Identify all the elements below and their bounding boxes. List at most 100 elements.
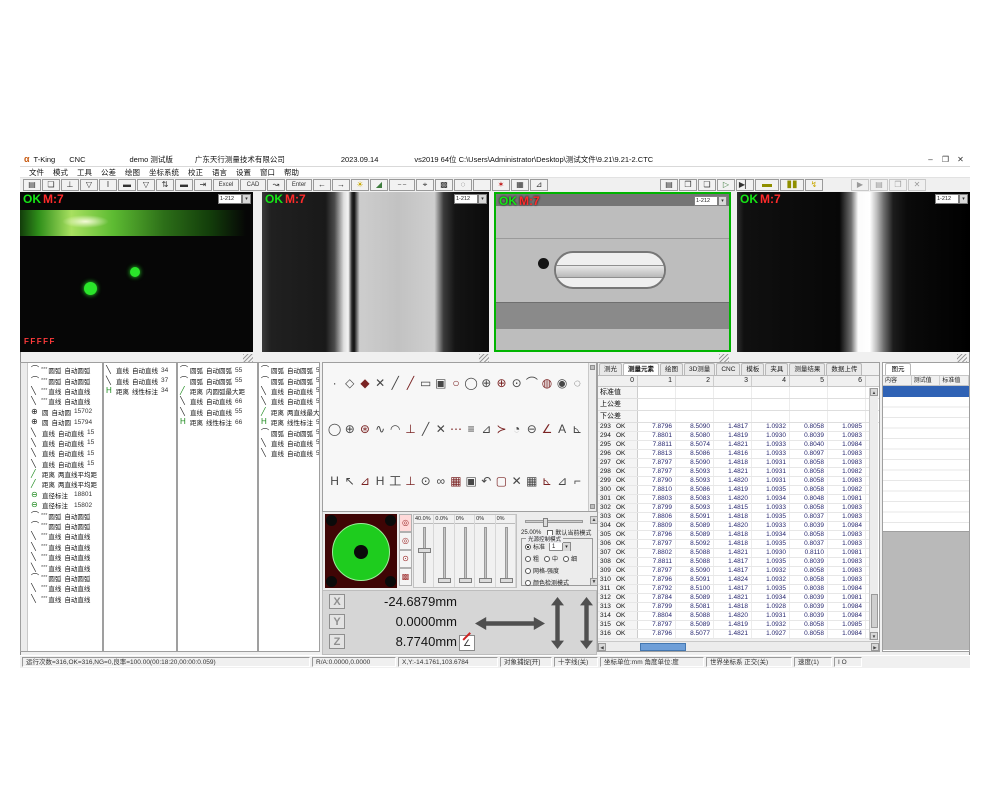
- resize-grip-icon[interactable]: [719, 354, 729, 362]
- column-header[interactable]: 内容: [883, 376, 912, 385]
- measurement-row[interactable]: 314OK 7.8804 8.5088 1.4820 1.0931 0.8039…: [598, 612, 869, 621]
- upper-tolerance-row[interactable]: 上公差: [598, 399, 879, 411]
- slider-handle[interactable]: [459, 578, 472, 583]
- construct-tool-icon[interactable]: ⊕: [342, 423, 357, 436]
- measurement-row[interactable]: 295OK 7.8811 8.5074 1.4821 1.0933 0.8040…: [598, 441, 869, 450]
- resize-grip-icon[interactable]: [479, 354, 489, 362]
- measure-tool-icon[interactable]: ✕: [373, 377, 388, 390]
- slider-handle[interactable]: [500, 578, 513, 583]
- toolbar-button[interactable]: – –: [389, 179, 415, 191]
- column-header[interactable]: 5: [790, 376, 828, 386]
- element-list-item[interactable]: ╲***直线自动直线: [29, 562, 102, 572]
- mode-coarse-radio[interactable]: [525, 556, 531, 562]
- element-list-item[interactable]: ╲直线自动直线15: [29, 448, 102, 458]
- element-list-item[interactable]: ⊖直径标注15802: [29, 500, 102, 510]
- slider-track[interactable]: [464, 527, 467, 583]
- light-channel-slider[interactable]: 0.0%: [434, 515, 454, 587]
- element-list-item[interactable]: ╲***直线自动直线: [29, 531, 102, 541]
- menu-item[interactable]: 语言: [212, 167, 227, 178]
- ring-zone-icon[interactable]: ▩: [399, 568, 412, 586]
- status-segment[interactable]: 速度(1): [794, 657, 832, 667]
- status-segment[interactable]: X,Y:-14.1761,103.6784: [398, 657, 498, 667]
- slider-handle[interactable]: [418, 548, 431, 553]
- info-grid[interactable]: [883, 397, 969, 531]
- construct-tool-icon[interactable]: ⊿: [479, 423, 494, 436]
- dimension-tool-icon[interactable]: ⊙: [418, 475, 433, 488]
- element-list-item[interactable]: ╲***直线自动直线: [29, 542, 102, 552]
- ring-light-preview[interactable]: [325, 514, 397, 588]
- results-tab[interactable]: 绘图: [660, 363, 683, 375]
- measurement-row[interactable]: 313OK 7.8799 8.5081 1.4818 1.0928 0.8039…: [598, 603, 869, 612]
- toolbar-button[interactable]: ❐: [679, 179, 697, 191]
- dimension-tool-icon[interactable]: ⊿: [555, 475, 570, 488]
- element-list-item[interactable]: ╲直线自动直线37: [104, 375, 176, 385]
- measurement-row[interactable]: 294OK 7.8801 8.5080 1.4819 1.0930 0.8039…: [598, 432, 869, 441]
- camera-zoom-select[interactable]: 1-212▾: [935, 194, 968, 204]
- toolbar-button[interactable]: ✕: [908, 179, 926, 191]
- measure-tool-icon[interactable]: ▣: [433, 377, 448, 390]
- column-header[interactable]: 标准值: [940, 376, 969, 385]
- results-tab[interactable]: 测光: [599, 363, 622, 375]
- measure-tool-icon[interactable]: ◍: [539, 377, 554, 390]
- toolbar-button[interactable]: ⌖: [416, 179, 434, 191]
- measure-tool-icon[interactable]: ◯: [464, 377, 479, 390]
- dimension-tool-icon[interactable]: ▦: [524, 475, 539, 488]
- ring-zone-icon[interactable]: ◎: [399, 514, 412, 532]
- toolbar-button[interactable]: ⊿: [530, 179, 548, 191]
- chevron-down-icon[interactable]: ▾: [478, 194, 487, 204]
- toolbar-button[interactable]: ▦: [511, 179, 529, 191]
- dimension-tool-icon[interactable]: ↖: [342, 475, 357, 488]
- measure-tool-icon[interactable]: ◉: [555, 377, 570, 390]
- dimension-tool-icon[interactable]: ▢: [494, 475, 509, 488]
- measurement-row[interactable]: 312OK 7.8784 8.5089 1.4821 1.0934 0.8039…: [598, 594, 869, 603]
- element-list-item[interactable]: H距离线性标注55: [259, 417, 319, 427]
- toolbar-button[interactable]: ❐: [889, 179, 907, 191]
- measurement-row[interactable]: 307OK 7.8802 8.5088 1.4821 1.0930 0.8110…: [598, 549, 869, 558]
- element-list-item[interactable]: ╱距离内圆弧最大距: [178, 386, 257, 396]
- toolbar-button[interactable]: ↯: [805, 179, 823, 191]
- construct-tool-icon[interactable]: ◠: [388, 423, 403, 436]
- measurement-row[interactable]: 311OK 7.8792 8.5100 1.4817 1.0935 0.8038…: [598, 585, 869, 594]
- toolbar-button[interactable]: ⇅: [156, 179, 174, 191]
- construct-tool-icon[interactable]: ✕: [433, 423, 448, 436]
- slider-track[interactable]: [423, 527, 426, 583]
- element-list-item[interactable]: ⌒***圆弧自动圆弧: [29, 521, 102, 531]
- menu-item[interactable]: 设置: [236, 167, 251, 178]
- camera-view-2[interactable]: OKM:7 1-212▾: [262, 192, 489, 352]
- toolbar-button[interactable]: ✶: [492, 179, 510, 191]
- toolbar-button[interactable]: I: [99, 179, 117, 191]
- scroll-down-icon[interactable]: ▼: [870, 632, 878, 640]
- minimize-button[interactable]: –: [923, 153, 938, 166]
- construct-tool-icon[interactable]: ∿: [373, 423, 388, 436]
- measure-tool-icon[interactable]: ⌒: [524, 377, 539, 390]
- toolbar-button[interactable]: ◌: [454, 179, 472, 191]
- dimension-tool-icon[interactable]: ∞: [433, 475, 448, 488]
- toolbar-button[interactable]: ▬: [175, 179, 193, 191]
- column-header[interactable]: 3: [714, 376, 752, 386]
- menu-item[interactable]: 帮助: [284, 167, 299, 178]
- dimension-tool-icon[interactable]: ⌐: [570, 475, 585, 488]
- measurement-row[interactable]: 316OK 7.8796 8.5077 1.4821 1.0927 0.8058…: [598, 630, 869, 639]
- measurement-row[interactable]: 305OK 7.8796 8.5089 1.4818 1.0934 0.8058…: [598, 531, 869, 540]
- toolbar-button[interactable]: ▬: [118, 179, 136, 191]
- column-header[interactable]: 2: [676, 376, 714, 386]
- element-list-item[interactable]: ⌒圆弧自动圆弧55: [178, 365, 257, 375]
- status-segment[interactable]: 十字线(关): [554, 657, 598, 667]
- toolbar-button[interactable]: ☀: [351, 179, 369, 191]
- column-header[interactable]: 测试值: [912, 376, 941, 385]
- toolbar-button[interactable]: ▬: [755, 179, 779, 191]
- element-list-item[interactable]: ╲直线自动直线15: [29, 459, 102, 469]
- toolbar-button[interactable]: ▤: [870, 179, 888, 191]
- construct-tool-icon[interactable]: ⊥: [403, 423, 418, 436]
- toolbar-button[interactable]: ↝: [267, 179, 285, 191]
- element-list-item[interactable]: ╲***直线自动直线: [29, 594, 102, 604]
- measurement-row[interactable]: 309OK 7.8797 8.5090 1.4817 1.0932 0.8058…: [598, 567, 869, 576]
- camera-zoom-select[interactable]: 1-212▾: [694, 196, 727, 206]
- jog-xy-vertical-arrows[interactable]: [551, 597, 564, 649]
- measure-tool-icon[interactable]: ▭: [418, 377, 433, 390]
- element-list-item[interactable]: ╲直线自动直线55: [259, 396, 319, 406]
- element-list-item[interactable]: ⊕圆自动圆15794: [29, 417, 102, 427]
- menu-item[interactable]: 绘图: [125, 167, 140, 178]
- element-list-item[interactable]: ⌒***圆弧自动圆弧: [29, 573, 102, 583]
- camera-view-3-selected[interactable]: OKM:7 1-212▾: [494, 192, 731, 352]
